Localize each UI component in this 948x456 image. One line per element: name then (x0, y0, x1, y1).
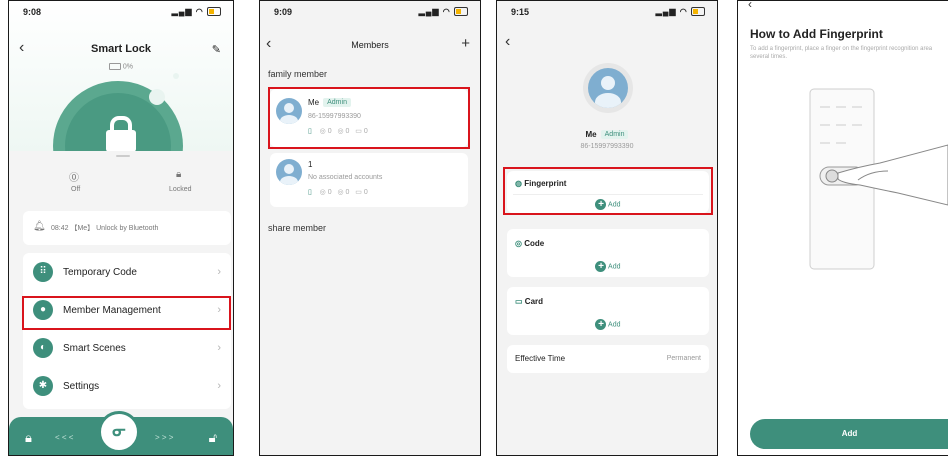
status-locked-label: Locked (169, 186, 192, 193)
member-name: Me Admin (497, 130, 717, 140)
decor-dot (173, 73, 179, 79)
highlight-member-management (22, 296, 231, 330)
effective-time-value: Permanent (666, 355, 701, 362)
status-time: 9:09 (274, 7, 293, 17)
key-slider-knob[interactable]: ᓂ (98, 411, 140, 453)
member-name: 1 (308, 160, 313, 169)
lock-status-icon: 🔒︎ (176, 169, 182, 180)
unlock-icon: 🔓︎ (208, 430, 217, 445)
menu-item-temporary-code[interactable]: ⠿ Temporary Code › (23, 253, 231, 291)
chevron-right-icon: › (217, 342, 221, 354)
slide-left-arrows: < < < (55, 433, 74, 442)
status-time: 9:15 (511, 7, 530, 17)
add-fingerprint-button[interactable]: Add (750, 419, 948, 449)
add-icon: + (595, 261, 607, 272)
add-member-icon[interactable]: + (461, 35, 470, 52)
member-phone: 86-15997993390 (580, 143, 634, 150)
avatar[interactable] (588, 68, 628, 108)
menu-item-label: Smart Scenes (63, 343, 126, 354)
screen-members: 9:09 ▂▄▆ ◠ ‹ Members + family member Me A… (259, 0, 481, 456)
card-icon: ▭ (515, 297, 523, 306)
slide-right-arrows: > > > (155, 433, 174, 442)
back-icon[interactable]: ‹ (505, 33, 510, 51)
status-bar: 9:09 ▂▄▆ ◠ (260, 1, 480, 21)
bottom-slider-bar[interactable]: 🔒︎ < < < ᓂ > > > 🔓︎ (9, 411, 233, 455)
status-off-label: Off (71, 186, 81, 193)
menu-item-label: Settings (63, 381, 100, 392)
decor-dot (149, 89, 165, 105)
phone-icon: ▯ (308, 189, 312, 196)
section-family-member: family member (268, 69, 328, 79)
menu-item-settings[interactable]: ✱ Settings › (23, 367, 231, 405)
chevron-right-icon: › (217, 380, 221, 392)
chevron-right-icon: › (217, 266, 221, 278)
status-time: 9:08 (23, 7, 42, 17)
status-icons: ▂▄▆ ◠ (656, 7, 705, 17)
avatar (276, 159, 302, 185)
highlight-fingerprint (503, 167, 713, 215)
code-title: ◎ Code (515, 239, 545, 248)
add-icon: + (595, 319, 607, 330)
status-bar: 9:08 ▂▄▆ ◠ (9, 1, 233, 21)
battery-indicator: 0% (9, 63, 233, 70)
section-share-member: share member (268, 223, 327, 233)
bell-icon: 🔔︎ (33, 221, 46, 232)
page-title: Members (351, 40, 389, 50)
instructions-text: To add a fingerprint, place a finger on … (750, 46, 933, 60)
effective-time-label: Effective Time (515, 354, 566, 363)
menu-item-label: Temporary Code (63, 267, 137, 278)
member-note: No associated accounts (308, 174, 383, 181)
screen-member-detail: 9:15 ▂▄▆ ◠ ‹ Me Admin 86-15997993390 ◍ Fi… (496, 0, 718, 456)
menu-card: ⠿ Temporary Code › ● Member Management ›… (23, 253, 231, 409)
code-icon: ◎ (515, 239, 522, 248)
unlock-log-text: 08:42 【Me】 Unlock by Bluetooth (51, 225, 159, 232)
code-card: ◎ Code + Add (507, 229, 709, 277)
unlock-log-card[interactable]: 🔔︎ 08:42 【Me】 Unlock by Bluetooth (23, 211, 231, 245)
status-bar: 9:15 ▂▄▆ ◠ (497, 1, 717, 21)
card-add-button[interactable]: + Add (507, 319, 709, 330)
toggle-icon: ◐ (33, 338, 53, 358)
status-icons: ▂▄▆ ◠ (172, 7, 221, 17)
sheet-handle[interactable] (116, 155, 130, 157)
page-title: Smart Lock (91, 43, 151, 55)
keypad-icon: ⠿ (33, 262, 53, 282)
highlight-member-me (268, 87, 470, 149)
effective-time-row[interactable]: Effective Time Permanent (507, 345, 709, 373)
lock-icon: 🔒︎ (25, 430, 32, 445)
card-card: ▭ Card + Add (507, 287, 709, 335)
back-icon[interactable]: ‹ (748, 1, 752, 11)
status-panel: ⓪ Off 🔒︎ Locked (19, 161, 225, 201)
credential-counts: ▯ ◎ 0 ◎ 0 ▭ 0 (308, 189, 368, 196)
gear-icon: ✱ (33, 376, 53, 396)
card-title: ▭ Card (515, 297, 544, 306)
screen-how-to-add-fingerprint: ‹ How to Add Fingerprint To add a finger… (737, 0, 948, 456)
menu-item-smart-scenes[interactable]: ◐ Smart Scenes › (23, 329, 231, 367)
admin-badge: Admin (600, 130, 629, 140)
status-icons: ▂▄▆ ◠ (419, 7, 468, 17)
padlock-icon (106, 130, 136, 152)
member-card-1[interactable]: 1 No associated accounts ▯ ◎ 0 ◎ 0 ▭ 0 (270, 153, 468, 207)
power-icon: ⓪ (69, 173, 79, 184)
code-add-button[interactable]: + Add (507, 261, 709, 272)
fingerprint-lock-illustration (809, 88, 948, 270)
edit-icon[interactable]: ✎ (212, 43, 221, 56)
screen-smart-lock: 9:08 ▂▄▆ ◠ ‹ Smart Lock ✎ 0% ⓪ Off 🔒︎ Lo… (8, 0, 234, 456)
page-title: How to Add Fingerprint (750, 27, 883, 41)
